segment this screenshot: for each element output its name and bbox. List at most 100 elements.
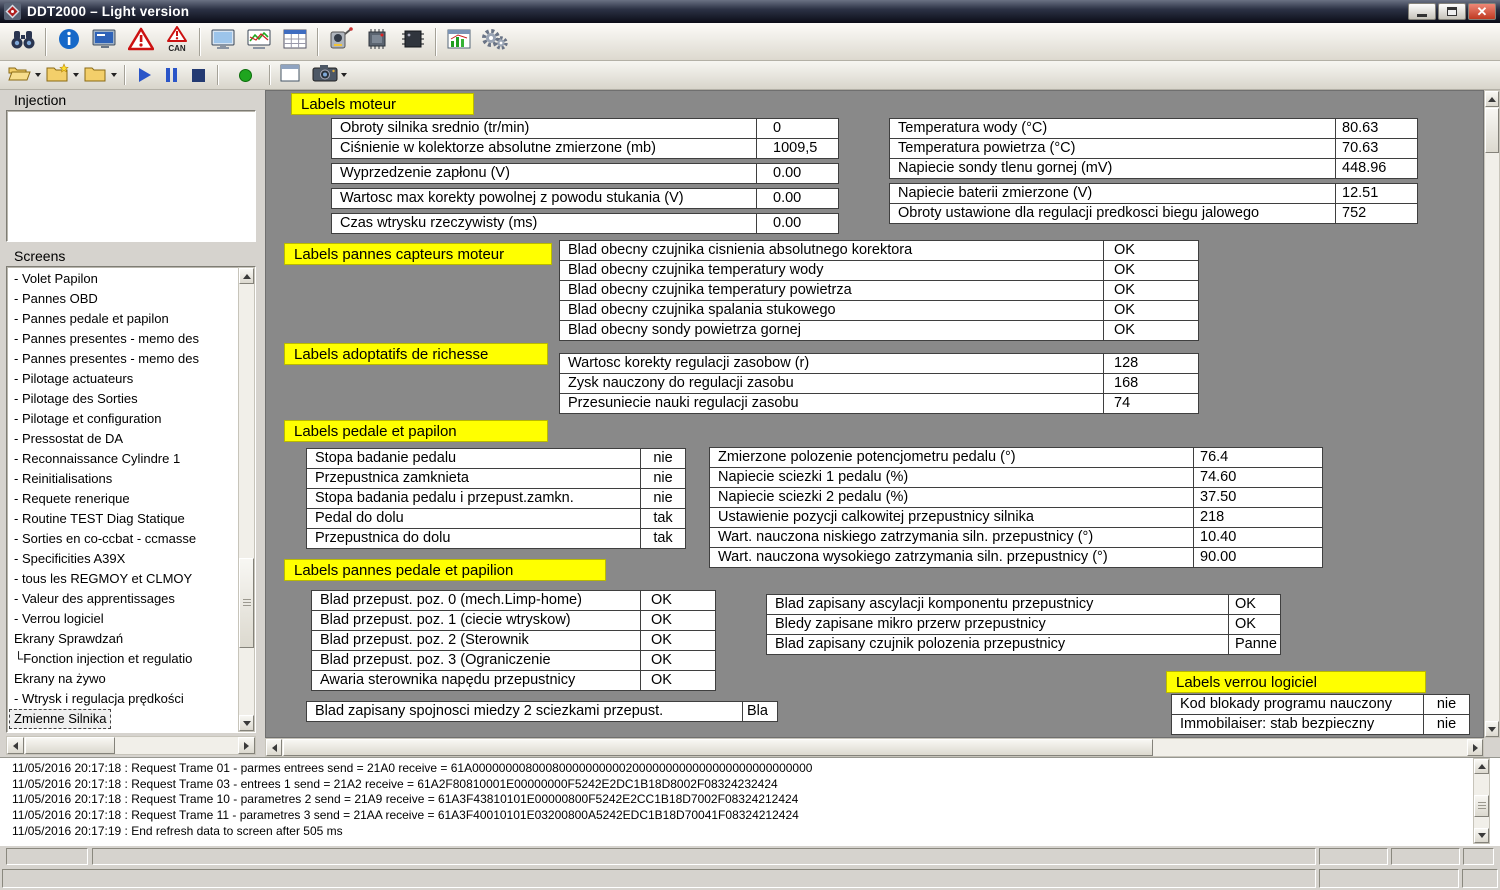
injection-panel[interactable] — [6, 110, 256, 242]
sidebar-horizontal-scrollbar[interactable] — [6, 736, 256, 755]
record-button[interactable] — [232, 63, 259, 88]
search-button[interactable] — [5, 25, 41, 59]
field-label: Wartosc korekty regulacji zasobow (r) — [559, 353, 1104, 374]
folder-button[interactable] — [81, 63, 108, 88]
scroll-up-button[interactable] — [239, 268, 254, 284]
field-label: Napiecie baterii zmierzone (V) — [889, 183, 1336, 204]
play-button[interactable] — [131, 63, 158, 88]
field-label: Napiecie sciezki 2 pedalu (%) — [709, 487, 1194, 508]
field-label: Blad przepust. poz. 2 (Sterownik — [311, 630, 641, 651]
scroll-thumb[interactable] — [25, 737, 115, 754]
sidebar-item[interactable]: - Verrou logiciel — [9, 609, 236, 629]
field-row: Zmierzone polozenie potencjometru pedalu… — [709, 447, 1323, 468]
pause-button[interactable] — [158, 63, 185, 88]
scroll-thumb[interactable] — [283, 739, 1153, 756]
sidebar-item[interactable]: - Pilotage actuateurs — [9, 369, 236, 389]
log-vertical-scrollbar[interactable] — [1473, 758, 1490, 844]
scroll-right-button[interactable] — [238, 737, 255, 754]
scroll-thumb[interactable] — [239, 558, 254, 648]
close-button[interactable]: ✕ — [1468, 3, 1496, 20]
minimize-button[interactable] — [1408, 3, 1436, 20]
sidebar-item[interactable]: - tous les REGMOY et CLMOY — [9, 569, 236, 589]
new-folder-button[interactable] — [43, 63, 70, 88]
field-label: Przesuniecie nauki regulacji zasobu — [559, 393, 1104, 414]
folder-dropdown[interactable] — [108, 63, 119, 88]
sidebar-item-selected[interactable]: Zmienne Silnika — [9, 709, 111, 729]
arrow-down-icon — [1478, 833, 1486, 838]
chip-b-icon — [400, 27, 426, 56]
field-label: Wart. nauczona wysokiego zatrzymania sil… — [709, 547, 1194, 568]
chip-b-button[interactable] — [395, 25, 431, 59]
sidebar-item[interactable]: - Reinitialisations — [9, 469, 236, 489]
sidebar-item[interactable]: - Pannes presentes - memo des — [9, 349, 236, 369]
open-folder-dropdown[interactable] — [32, 63, 43, 88]
scroll-right-button[interactable] — [1467, 739, 1483, 756]
field-row: Pedal do dolutak — [306, 508, 686, 529]
sidebar-item[interactable]: Ekrany na żywo — [9, 669, 236, 689]
sidebar-item[interactable]: - Pilotage des Sorties — [9, 389, 236, 409]
field-row: Wartosc max korekty powolnej z powodu st… — [331, 188, 839, 209]
main-horizontal-scrollbar[interactable] — [265, 738, 1484, 757]
thumb-grip-icon — [1478, 802, 1486, 811]
main-vertical-scrollbar[interactable] — [1484, 90, 1500, 738]
data-grid-button[interactable] — [277, 25, 313, 59]
scroll-thumb[interactable] — [1485, 108, 1499, 153]
fault-alert-button[interactable] — [123, 25, 159, 59]
scroll-up-button[interactable] — [1474, 759, 1489, 774]
open-folder-button[interactable] — [5, 63, 32, 88]
field-label: Awaria sterownika napędu przepustnicy — [311, 670, 641, 691]
sidebar-item[interactable]: - Pilotage et configuration — [9, 409, 236, 429]
log-line: 11/05/2016 20:17:18 : Request Trame 03 -… — [0, 777, 1500, 793]
sidebar-item[interactable]: - Specificities A39X — [9, 549, 236, 569]
pause-icon — [166, 68, 177, 82]
sidebar-item[interactable]: - Sorties en co-ccbat - ccmasse — [9, 529, 236, 549]
field-label: Zmierzone polozenie potencjometru pedalu… — [709, 447, 1194, 468]
monitor-button[interactable] — [205, 25, 241, 59]
sidebar-item[interactable]: Ekrany Sprawdzań — [9, 629, 236, 649]
scroll-left-button[interactable] — [7, 737, 24, 754]
log-line: 11/05/2016 20:17:18 : Request Trame 11 -… — [0, 808, 1500, 824]
snapshot-camera-button[interactable] — [311, 63, 338, 88]
snapshot-camera-dropdown[interactable] — [338, 63, 349, 88]
status-panel — [1319, 848, 1388, 865]
stop-button[interactable] — [185, 63, 212, 88]
scroll-up-button[interactable] — [1485, 91, 1499, 107]
settings-gears-button[interactable] — [477, 25, 513, 59]
sidebar-item[interactable]: - Requete renerique — [9, 489, 236, 509]
sidebar-item[interactable]: - Reconnaissance Cylindre 1 — [9, 449, 236, 469]
chart-window-button[interactable] — [441, 25, 477, 59]
maximize-button[interactable] — [1438, 3, 1466, 20]
scroll-down-button[interactable] — [1485, 721, 1499, 737]
chip-a-button[interactable] — [359, 25, 395, 59]
field-value: 128 — [1103, 353, 1199, 374]
measurement-probe-button[interactable] — [323, 25, 359, 59]
can-fault-button[interactable]: CAN — [159, 25, 195, 59]
scroll-left-button[interactable] — [266, 739, 282, 756]
sidebar-item[interactable]: - Pannes presentes - memo des — [9, 329, 236, 349]
field-row: Blad przepust. poz. 2 (SterownikOK — [311, 630, 716, 651]
new-folder-dropdown[interactable] — [70, 63, 81, 88]
sidebar-item[interactable]: - Pannes OBD — [9, 289, 236, 309]
scroll-thumb[interactable] — [1474, 795, 1489, 817]
toolbar-separator — [269, 65, 271, 85]
sidebar-item[interactable]: - Wtrysk i regulacja prędkości — [9, 689, 236, 709]
scroll-down-button[interactable] — [239, 715, 254, 731]
field-value: OK — [1103, 320, 1199, 341]
diagnostic-screen-button[interactable] — [87, 25, 123, 59]
screens-list-scrollbar[interactable] — [238, 267, 255, 732]
sidebar-item[interactable]: └Fonction injection et regulatio — [9, 649, 236, 669]
monitor-graph-button[interactable] — [241, 25, 277, 59]
sidebar-item[interactable]: - Pressostat de DA — [9, 429, 236, 449]
section-title-verrou: Labels verrou logiciel — [1166, 671, 1426, 693]
layout-window-button[interactable] — [276, 63, 303, 88]
sidebar-item[interactable]: - Pannes pedale et papilon — [9, 309, 236, 329]
minimize-icon — [1417, 14, 1427, 17]
scroll-down-button[interactable] — [1474, 828, 1489, 843]
sidebar-item[interactable]: - Routine TEST Diag Statique — [9, 509, 236, 529]
field-value: 80.63 — [1335, 118, 1418, 139]
field-label: Napiecie sciezki 1 pedalu (%) — [709, 467, 1194, 488]
sidebar-item[interactable]: - Volet Papilon — [9, 269, 236, 289]
info-button[interactable] — [51, 25, 87, 59]
sidebar-item[interactable]: - Valeur des apprentissages — [9, 589, 236, 609]
toolbar-separator — [217, 65, 219, 85]
